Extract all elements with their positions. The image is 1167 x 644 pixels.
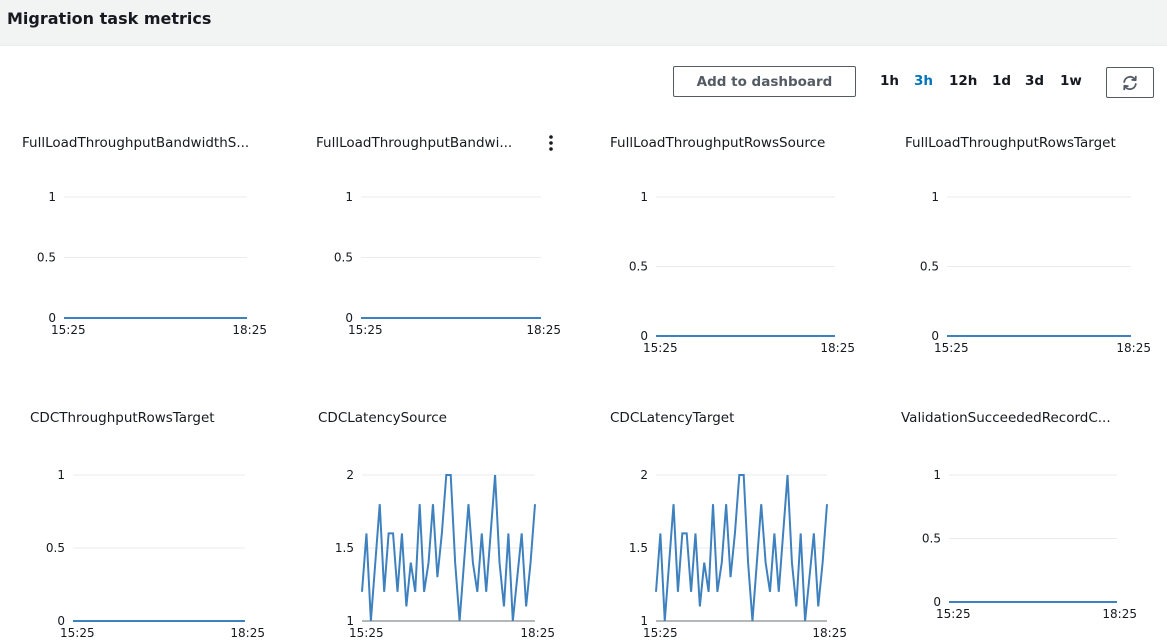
y-tick-label: 0.5 bbox=[334, 251, 353, 265]
y-tick-label: 0.5 bbox=[920, 260, 939, 274]
x-tick-label: 18:25 bbox=[520, 626, 555, 640]
x-tick-label: 15:25 bbox=[60, 626, 95, 640]
x-tick-label: 18:25 bbox=[230, 626, 265, 640]
y-tick-label: 1.5 bbox=[335, 541, 354, 555]
y-tick-label: 0.5 bbox=[46, 541, 65, 555]
y-tick-label: 1 bbox=[931, 190, 939, 204]
x-tick-label: 18:25 bbox=[526, 323, 561, 337]
x-tick-label: 18:25 bbox=[1116, 341, 1151, 355]
y-tick-label: 0.5 bbox=[629, 260, 648, 274]
x-tick-label: 15:25 bbox=[934, 341, 969, 355]
y-tick-label: 1 bbox=[345, 190, 353, 204]
x-tick-label: 15:25 bbox=[936, 607, 971, 621]
y-tick-label: 2 bbox=[346, 468, 354, 482]
y-tick-label: 1 bbox=[933, 468, 941, 482]
x-tick-label: 15:25 bbox=[643, 626, 678, 640]
x-tick-label: 15:25 bbox=[348, 323, 383, 337]
x-tick-label: 15:25 bbox=[643, 341, 678, 355]
x-tick-label: 15:25 bbox=[51, 323, 86, 337]
y-tick-label: 2 bbox=[640, 468, 648, 482]
y-tick-label: 1 bbox=[640, 190, 648, 204]
y-tick-label: 0.5 bbox=[37, 251, 56, 265]
x-tick-label: 18:25 bbox=[232, 323, 267, 337]
y-tick-label: 1 bbox=[57, 468, 65, 482]
y-tick-label: 1 bbox=[48, 190, 56, 204]
x-tick-label: 15:25 bbox=[349, 626, 384, 640]
y-tick-label: 1.5 bbox=[629, 541, 648, 555]
x-tick-label: 18:25 bbox=[1102, 607, 1137, 621]
x-tick-label: 18:25 bbox=[820, 341, 855, 355]
y-tick-label: 0.5 bbox=[922, 532, 941, 546]
x-tick-label: 18:25 bbox=[812, 626, 847, 640]
metric-chart: 00.5115:25 18:2500.5115:25 18:25 00.5115:25… bbox=[37, 190, 1151, 640]
